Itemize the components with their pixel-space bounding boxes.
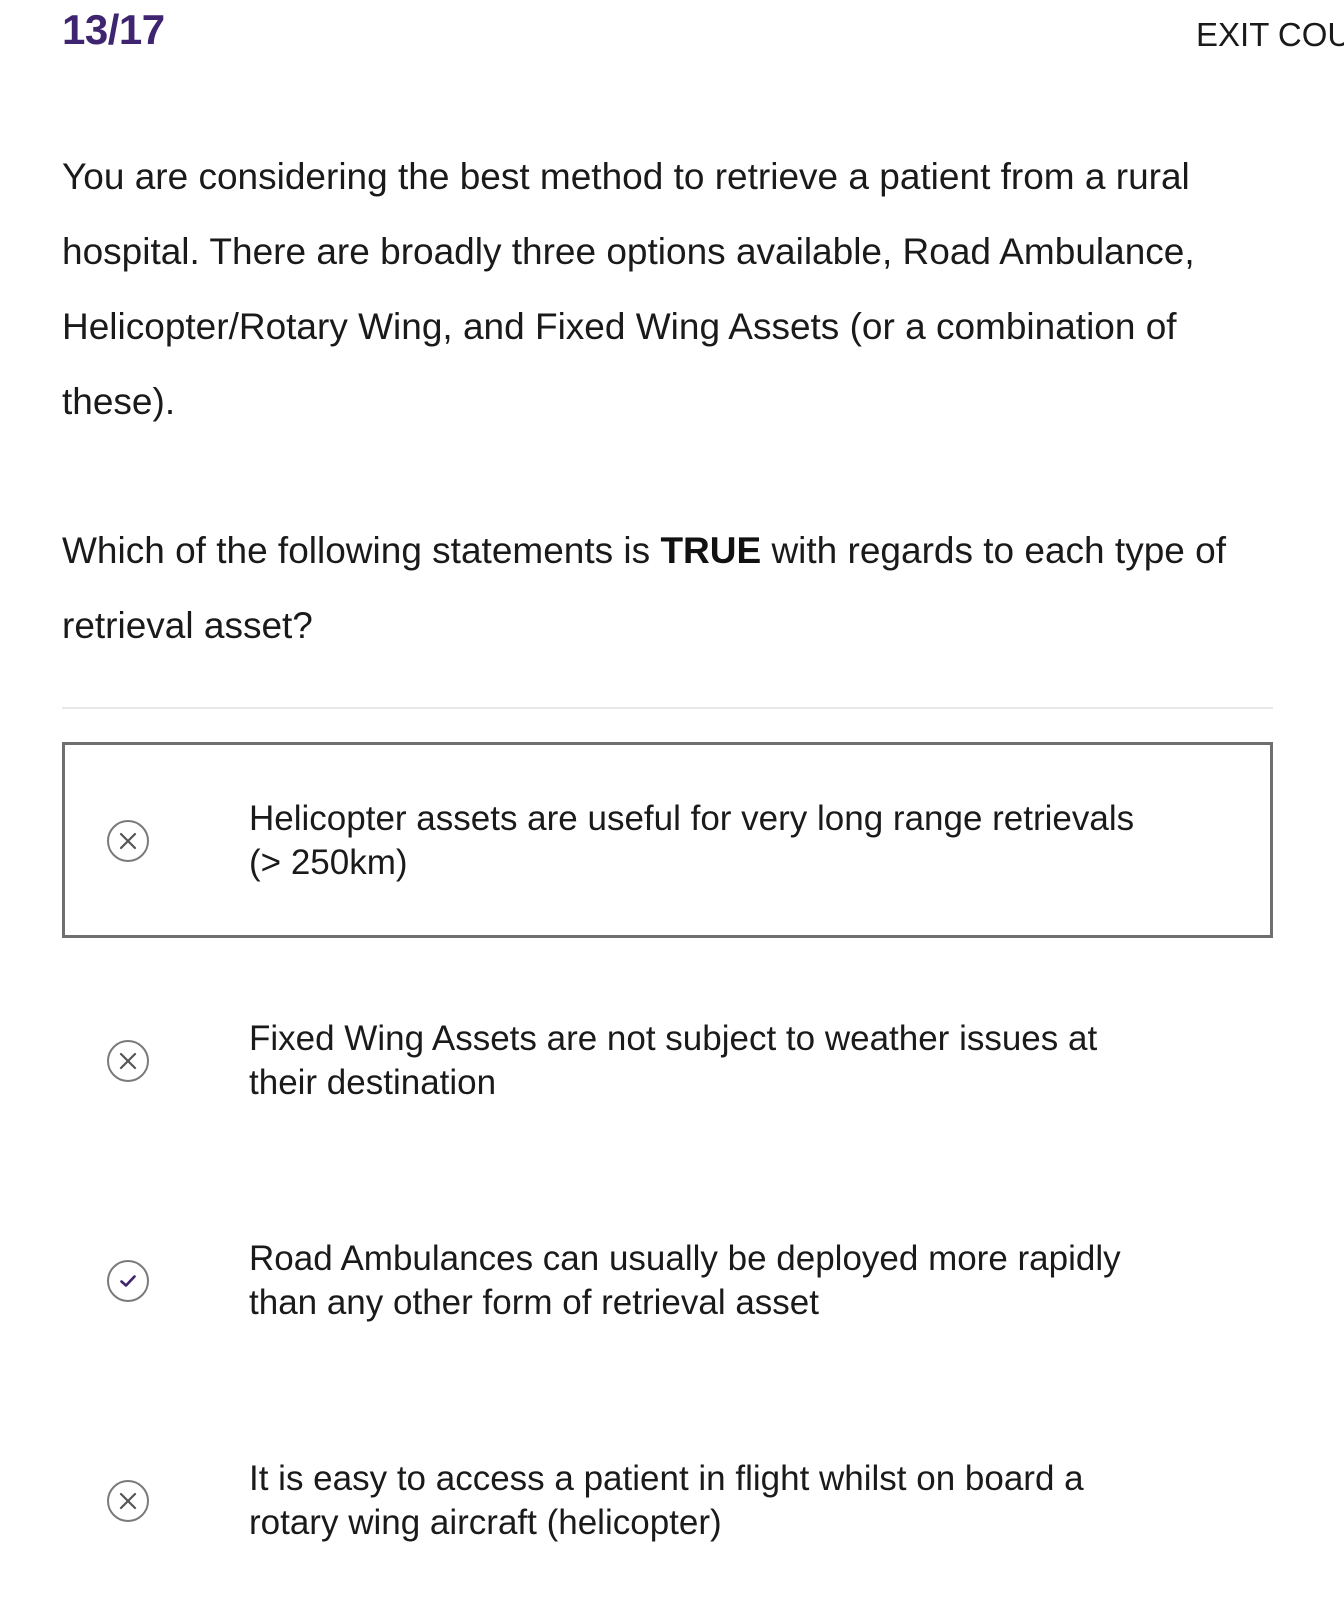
answer-option-text: Road Ambulances can usually be deployed … — [249, 1239, 1121, 1322]
cross-circle-icon — [107, 1040, 149, 1082]
answer-option-text: Fixed Wing Assets are not subject to wea… — [249, 1019, 1098, 1102]
answer-option-3[interactable]: Road Ambulances can usually be deployed … — [62, 1182, 1273, 1378]
check-circle-icon — [107, 1260, 149, 1302]
question-progress: 13/17 — [62, 6, 165, 53]
quiz-header: 13/17 EXIT COU — [0, 0, 1344, 80]
question-stem: Which of the following statements is TRU… — [62, 513, 1272, 663]
answer-option-text: Helicopter assets are useful for very lo… — [249, 799, 1135, 882]
exit-course-link[interactable]: EXIT COU — [1196, 16, 1344, 54]
divider — [62, 707, 1273, 709]
question-emphasis: TRUE — [660, 530, 762, 571]
answer-option-2[interactable]: Fixed Wing Assets are not subject to wea… — [62, 962, 1273, 1158]
answer-option-text: It is easy to access a patient in flight… — [249, 1459, 1084, 1542]
cross-circle-icon — [107, 1480, 149, 1522]
answer-option-4[interactable]: It is easy to access a patient in flight… — [62, 1402, 1273, 1598]
question-stem-start: Which of the following statements is — [62, 530, 661, 571]
cross-circle-icon — [107, 820, 149, 862]
answer-option-1[interactable]: Helicopter assets are useful for very lo… — [62, 742, 1273, 938]
question-scenario: You are considering the best method to r… — [62, 156, 1195, 422]
